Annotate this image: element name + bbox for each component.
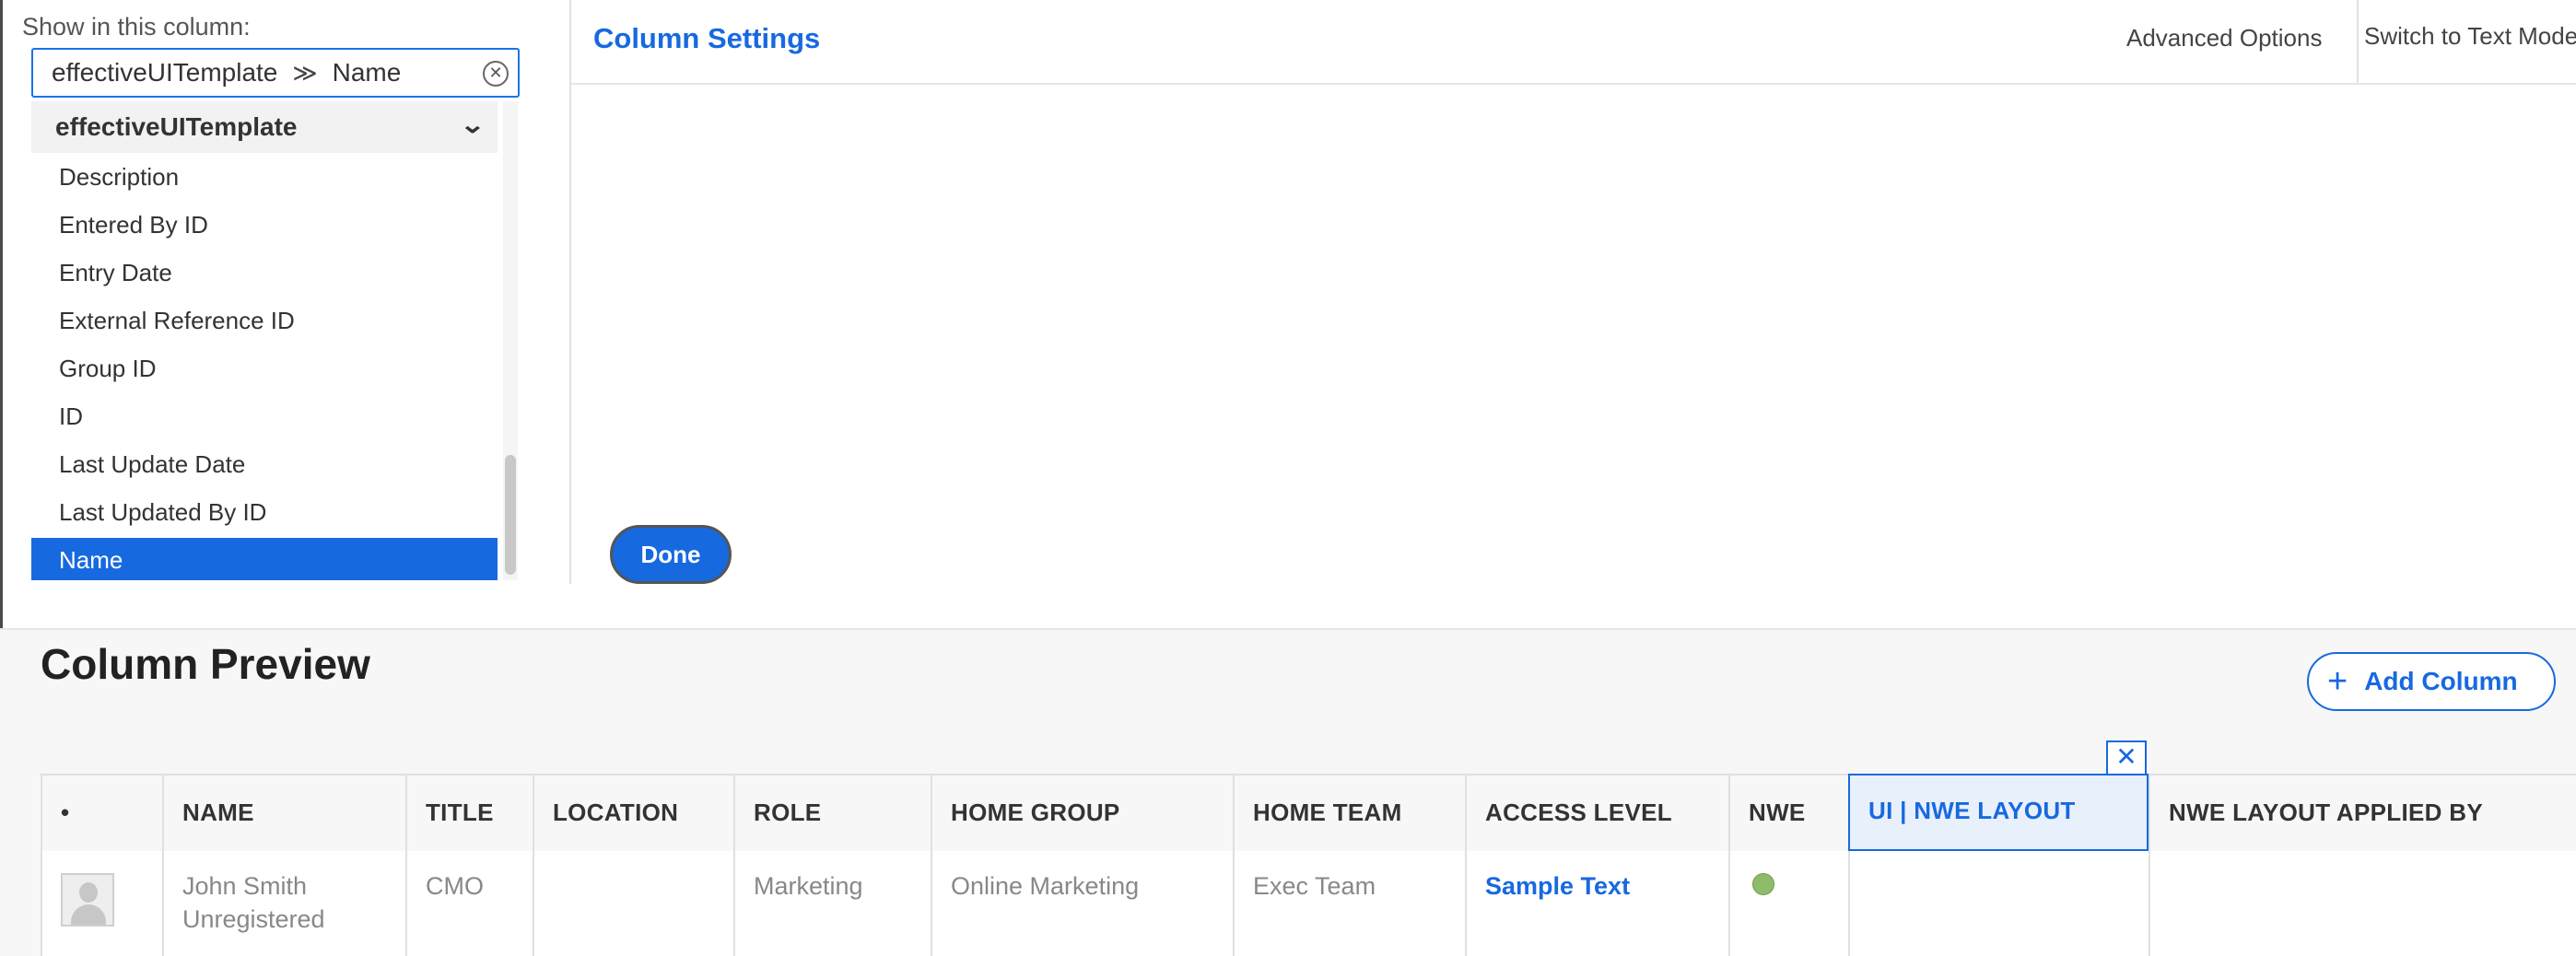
row-role: Marketing [733, 851, 931, 956]
column-header-location[interactable]: LOCATION [533, 775, 733, 853]
plus-icon: + [2327, 662, 2348, 701]
status-dot-icon [1752, 873, 1774, 895]
row-nwe-cell [1728, 851, 1848, 956]
row-name: John Smith [182, 872, 308, 900]
column-header-title[interactable]: TITLE [405, 775, 533, 853]
field-list-scroll-thumb[interactable] [505, 455, 516, 575]
add-column-button[interactable]: + Add Column [2307, 652, 2556, 711]
field-chooser-panel: Show in this column: effectiveUITemplate… [0, 0, 571, 954]
column-header-home-team[interactable]: HOME TEAM [1233, 775, 1465, 853]
panel-divider [569, 0, 571, 584]
path-separator-icon: ≫ [292, 58, 318, 87]
column-settings-title: Column Settings [593, 22, 821, 54]
column-header-access-level[interactable]: ACCESS LEVEL [1465, 775, 1728, 853]
done-button[interactable]: Done [610, 525, 732, 584]
add-column-label: Add Column [2364, 667, 2518, 695]
field-item-description[interactable]: Description [31, 153, 498, 201]
remove-column-close-icon[interactable]: ✕ [2106, 740, 2147, 775]
chevron-down-icon[interactable]: ⌄ [460, 111, 486, 139]
advanced-options-link[interactable]: Advanced Options [2126, 24, 2322, 52]
table-row: John Smith Unregistered CMO Marketing On… [41, 851, 2576, 956]
switch-to-text-mode-link[interactable]: Switch to Text Mode [2364, 22, 2576, 51]
field-group-label: effectiveUITemplate [55, 112, 298, 141]
column-preview-title: Column Preview [41, 640, 370, 688]
column-header-name[interactable]: NAME [162, 775, 405, 853]
path-segment-object: effectiveUITemplate [52, 58, 278, 87]
column-preview-section: Column Preview + Add Column ✕ • NAME TIT… [0, 628, 2576, 956]
row-ui-nwe-layout [1848, 851, 2149, 956]
field-item-last-update-date[interactable]: Last Update Date [31, 440, 498, 488]
field-item-group-id[interactable]: Group ID [31, 344, 498, 392]
header-divider [2357, 0, 2359, 83]
clear-icon[interactable]: ✕ [483, 61, 509, 87]
header-bottom-border [571, 83, 2576, 85]
column-header-role[interactable]: ROLE [733, 775, 931, 853]
field-item-external-reference-id[interactable]: External Reference ID [31, 297, 498, 344]
table-header-row: • NAME TITLE LOCATION ROLE HOME GROUP HO… [41, 774, 2576, 855]
field-item-entered-by-id[interactable]: Entered By ID [31, 201, 498, 249]
path-segment-field: Name [332, 58, 402, 87]
row-access-level-link[interactable]: Sample Text [1465, 851, 1728, 956]
row-title: CMO [405, 851, 533, 956]
field-list-container: effectiveUITemplate ⌄ Description Entere… [31, 101, 498, 580]
row-nwe-layout-applied-by [2149, 851, 2576, 956]
column-header-ui-nwe-layout-active[interactable]: UI | NWE LAYOUT [1848, 774, 2149, 851]
field-item-id[interactable]: ID [31, 392, 498, 440]
preview-table: • NAME TITLE LOCATION ROLE HOME GROUP HO… [41, 774, 2576, 956]
row-avatar-cell [41, 851, 162, 956]
row-home-group: Online Marketing [931, 851, 1233, 956]
avatar [61, 873, 114, 927]
field-item-last-updated-by-id[interactable]: Last Updated By ID [31, 488, 498, 536]
show-in-column-label: Show in this column: [22, 13, 251, 41]
column-header-home-group[interactable]: HOME GROUP [931, 775, 1233, 853]
column-header-select[interactable]: • [41, 775, 162, 853]
column-header-nwe[interactable]: NWE [1728, 775, 1848, 853]
row-location [533, 851, 733, 956]
field-item-name-selected[interactable]: Name [31, 538, 498, 580]
row-name-cell: John Smith Unregistered [162, 851, 405, 956]
field-group-header[interactable]: effectiveUITemplate ⌄ [31, 101, 498, 153]
field-list: Description Entered By ID Entry Date Ext… [31, 153, 498, 580]
field-path-input[interactable]: effectiveUITemplate ≫ Name ✕ [31, 48, 520, 98]
column-header-nwe-layout-applied-by[interactable]: NWE LAYOUT APPLIED BY [2149, 775, 2576, 853]
row-home-team: Exec Team [1233, 851, 1465, 956]
field-item-entry-date[interactable]: Entry Date [31, 249, 498, 297]
row-registration-status: Unregistered [182, 905, 325, 933]
